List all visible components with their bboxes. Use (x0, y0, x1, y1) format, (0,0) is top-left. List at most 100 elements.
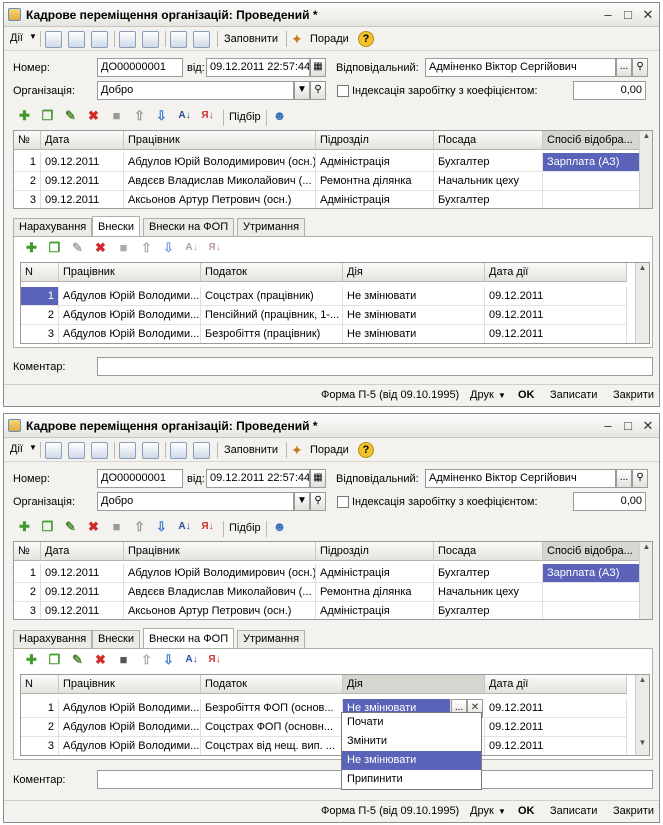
cell-number[interactable]: 3 (14, 191, 41, 208)
minimize-icon[interactable]: – (601, 8, 615, 22)
copy-document-icon[interactable] (91, 31, 108, 48)
cell-method[interactable] (543, 172, 640, 191)
move-up-icon[interactable]: ⇧ (139, 653, 154, 668)
move-down-icon[interactable]: ⇩ (154, 109, 169, 124)
cell-date[interactable]: 09.12.2011 (485, 325, 627, 343)
end-edit-icon[interactable]: ■ (116, 241, 131, 256)
vertical-scrollbar[interactable]: ▲ (639, 542, 652, 619)
add-icon[interactable]: ✚ (24, 653, 39, 668)
preview-icon[interactable] (170, 442, 187, 459)
cell-date[interactable]: 09.12.2011 (41, 153, 124, 172)
column-header[interactable]: Дата (41, 131, 124, 150)
close-icon[interactable]: ✕ (641, 419, 655, 433)
copy-row-icon[interactable]: ❐ (47, 241, 62, 256)
cell-number[interactable]: 2 (14, 172, 41, 191)
save-button[interactable]: Записати (550, 389, 597, 401)
actions-menu[interactable]: Дії (10, 443, 23, 455)
column-header[interactable]: Працівник (124, 542, 316, 561)
cell-date[interactable]: 09.12.2011 (41, 583, 124, 602)
ok-button[interactable]: OK (518, 389, 535, 401)
number-field[interactable]: ДО00000001 (97, 58, 183, 77)
close-button[interactable]: Закрити (613, 805, 654, 817)
cell-employee[interactable]: Абдулов Юрій Володими... (59, 737, 201, 755)
chevron-down-icon[interactable]: ▼ (294, 81, 310, 100)
cell-position[interactable]: Бухгалтер (434, 153, 543, 172)
select-ellipsis-icon[interactable]: ... (616, 58, 632, 77)
cell-number[interactable]: 2 (21, 718, 59, 737)
create-based-on-icon[interactable] (119, 31, 136, 48)
coefficient-field[interactable]: 0,00 (573, 492, 646, 511)
column-header[interactable]: Податок (201, 263, 343, 282)
cell-position[interactable]: Бухгалтер (434, 602, 543, 619)
organization-field[interactable]: Добро (97, 81, 294, 100)
column-header[interactable]: N (21, 675, 59, 694)
cell-number[interactable]: 3 (21, 325, 59, 343)
cell-employee[interactable]: Аксьонов Артур Петрович (осн.) (124, 602, 316, 619)
copy-row-icon[interactable]: ❐ (47, 653, 62, 668)
move-up-icon[interactable]: ⇧ (139, 241, 154, 256)
tab-accruals[interactable]: Нарахування (13, 630, 93, 648)
report-icon[interactable] (193, 31, 210, 48)
cell-date[interactable]: 09.12.2011 (41, 564, 124, 583)
delete-icon[interactable]: ✖ (86, 109, 101, 124)
cell-employee[interactable]: Абдулов Юрій Володимирович (осн.) (124, 153, 316, 172)
responsible-field[interactable]: Адміненко Віктор Сергійович (425, 469, 616, 488)
tips-button[interactable]: Поради (310, 33, 349, 45)
copy-row-icon[interactable]: ❐ (40, 109, 55, 124)
tab-contributions[interactable]: Внески (92, 216, 140, 237)
calendar-icon[interactable]: ▦ (310, 469, 326, 488)
cell-number[interactable]: 1 (14, 564, 41, 583)
calendar-icon[interactable]: ▦ (310, 58, 326, 77)
end-edit-icon[interactable]: ■ (109, 520, 124, 535)
column-header[interactable]: Посада (434, 542, 543, 561)
vertical-scrollbar[interactable]: ▲ (639, 131, 652, 208)
actions-menu[interactable]: Дії (10, 32, 23, 44)
cell-position[interactable]: Начальник цеху (434, 583, 543, 602)
cell-department[interactable]: Адміністрація (316, 564, 434, 583)
cell-department[interactable]: Ремонтна ділянка (316, 583, 434, 602)
fill-button[interactable]: Заповнити (224, 444, 278, 456)
add-icon[interactable]: ✚ (17, 109, 32, 124)
dropdown-option-no-change[interactable]: Не змінювати (342, 751, 481, 770)
post-document-icon[interactable] (45, 31, 62, 48)
copy-row-icon[interactable]: ❐ (40, 520, 55, 535)
cell-employee[interactable]: Абдулов Юрій Володими... (59, 325, 201, 343)
edit-icon[interactable]: ✎ (63, 520, 78, 535)
cell-method[interactable] (543, 602, 640, 619)
cell-employee[interactable]: Абдулов Юрій Володими... (59, 699, 201, 718)
add-icon[interactable]: ✚ (17, 520, 32, 535)
ok-button[interactable]: OK (518, 805, 535, 817)
delete-icon[interactable]: ✖ (86, 520, 101, 535)
sort-asc-icon[interactable]: A↓ (184, 653, 199, 668)
fill-button[interactable]: Заповнити (224, 33, 278, 45)
cell-position[interactable]: Бухгалтер (434, 191, 543, 208)
column-header[interactable]: Посада (434, 131, 543, 150)
cell-employee[interactable]: Абдулов Юрій Володими... (59, 306, 201, 325)
cell-employee[interactable]: Абдулов Юрій Володими... (59, 718, 201, 737)
dropdown-option-change[interactable]: Змінити (342, 732, 481, 751)
cell-number[interactable]: 1 (21, 699, 59, 718)
move-up-icon[interactable]: ⇧ (132, 109, 147, 124)
column-header[interactable]: Працівник (59, 263, 201, 282)
tab-contributions[interactable]: Внески (92, 630, 140, 648)
print-form-button[interactable]: Форма П-5 (від 09.10.1995) (321, 805, 459, 817)
sort-asc-icon[interactable]: A↓ (184, 241, 199, 256)
cell-tax[interactable]: Соцстрах від нещ. вип. ... (201, 737, 343, 755)
cell-employee[interactable]: Абдулов Юрій Володими... (59, 287, 201, 306)
number-field[interactable]: ДО00000001 (97, 469, 183, 488)
cell-number[interactable]: 2 (14, 583, 41, 602)
preview-icon[interactable] (170, 31, 187, 48)
column-header[interactable]: Спосіб відобра... (543, 131, 640, 150)
indexation-checkbox[interactable] (337, 496, 349, 508)
cell-date[interactable]: 09.12.2011 (41, 172, 124, 191)
select-ellipsis-icon[interactable]: ... (616, 469, 632, 488)
search-icon[interactable]: ⚲ (310, 492, 326, 511)
column-header[interactable]: № (14, 131, 41, 150)
sort-desc-icon[interactable]: Я↓ (200, 520, 215, 535)
column-header[interactable]: Працівник (124, 131, 316, 150)
delete-icon[interactable]: ✖ (93, 241, 108, 256)
sort-desc-icon[interactable]: Я↓ (207, 653, 222, 668)
sort-asc-icon[interactable]: A↓ (177, 520, 192, 535)
cell-method-selected[interactable]: Зарплата (АЗ) (543, 153, 640, 172)
tab-accruals[interactable]: Нарахування (13, 218, 93, 236)
